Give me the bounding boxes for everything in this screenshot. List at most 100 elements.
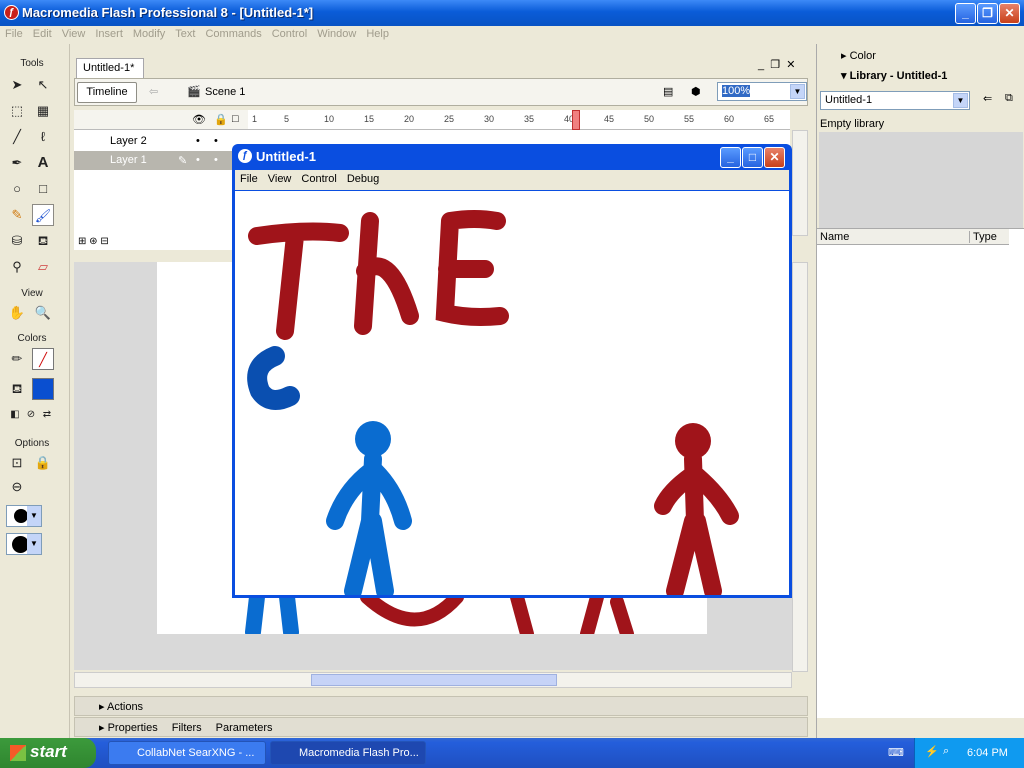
player-menu-file[interactable]: File (235, 170, 263, 185)
player-drawing (247, 210, 739, 595)
player-title: Untitled-1 (256, 149, 316, 164)
rectangle-tool-icon[interactable]: □ (32, 178, 54, 200)
fill-color-bucket-icon: ⛾ (11, 381, 23, 396)
lock-fill-icon[interactable]: ⊡ (6, 452, 28, 474)
selection-tool-icon[interactable]: ➤ (6, 74, 28, 96)
menu-control[interactable]: Control (267, 26, 312, 42)
paint-bucket-tool-icon[interactable]: ⛾ (32, 230, 54, 252)
outline-icon[interactable]: □ (232, 113, 239, 125)
keyboard-icon[interactable]: ⌨ (888, 746, 904, 759)
hand-tool-icon[interactable]: ✋ (6, 302, 28, 324)
document-tab[interactable]: Untitled-1* (76, 58, 144, 78)
menu-help[interactable]: Help (361, 26, 394, 42)
stage-vscroll[interactable] (792, 262, 808, 672)
fill-color-swatch[interactable] (32, 378, 54, 400)
playhead[interactable] (572, 110, 580, 130)
menu-edit[interactable]: Edit (28, 26, 57, 42)
layers-list: Layer 2 • • Layer 1 ✎ • • ⊞ ⊛ ⊟ (74, 130, 248, 250)
pin-library-icon[interactable]: ⇐ (983, 92, 992, 105)
properties-panel-header[interactable]: ▸ Properties Filters Parameters (74, 717, 808, 737)
player-canvas[interactable] (235, 191, 789, 595)
library-list[interactable]: Name Type (817, 228, 1024, 718)
eraser-tool-icon[interactable]: ▱ (32, 256, 54, 278)
col-type[interactable]: Type (969, 231, 997, 243)
network-icon[interactable]: ⚡ (925, 745, 939, 758)
tab-filters[interactable]: Filters (172, 722, 202, 734)
lock-icon[interactable]: 🔒 (214, 113, 228, 126)
library-select[interactable]: Untitled-1 ▼ (820, 91, 970, 110)
window-title: Macromedia Flash Professional 8 - [Untit… (22, 5, 314, 20)
brush-mode-icon[interactable]: 🔒 (32, 452, 54, 474)
colors-label: Colors (17, 333, 47, 344)
menu-commands[interactable]: Commands (200, 26, 266, 42)
edit-symbols-icon[interactable]: ⬢ (691, 85, 701, 98)
clock[interactable]: 6:04 PM (967, 747, 1008, 759)
menu-text[interactable]: Text (170, 26, 200, 42)
layer-header: 👁 🔒 □ (74, 110, 248, 130)
edit-scene-icon[interactable]: ▤ (663, 85, 673, 98)
tab-properties[interactable]: Properties (108, 722, 158, 734)
menu-window[interactable]: Window (312, 26, 361, 42)
eyedropper-tool-icon[interactable]: ⚲ (6, 256, 28, 278)
player-menu-control[interactable]: Control (296, 170, 341, 185)
player-window: ƒ Untitled-1 _ □ ✕ File View Control Debug (232, 144, 792, 598)
tab-parameters[interactable]: Parameters (216, 722, 273, 734)
taskbar-item-flash[interactable]: Macromedia Flash Pro... (270, 741, 426, 765)
subselection-tool-icon[interactable]: ↖ (32, 74, 54, 96)
timeline-ruler[interactable]: 1 5 10 15 20 25 30 35 40 45 50 55 60 65 (248, 110, 790, 130)
stroke-color-pencil-icon: ✏ (11, 351, 23, 366)
timeline-toggle-button[interactable]: Timeline (77, 82, 137, 103)
library-panel-header[interactable]: ▾ Library - Untitled-1 (817, 67, 1024, 85)
player-menu-debug[interactable]: Debug (342, 170, 384, 185)
minimize-button[interactable]: _ (955, 3, 976, 24)
restore-button[interactable]: ❐ (977, 3, 998, 24)
close-button[interactable]: ✕ (999, 3, 1020, 24)
lasso-tool-icon[interactable]: ℓ (32, 126, 54, 148)
search-icon[interactable]: ⌕ (943, 745, 949, 758)
player-close-button[interactable]: ✕ (764, 147, 785, 168)
system-tray: ⚡ ⌕ 6:04 PM (914, 738, 1024, 768)
stroke-color-swatch[interactable]: ╱ (32, 348, 54, 370)
col-name[interactable]: Name (820, 231, 849, 243)
brush-size-select[interactable]: ▼ (6, 505, 42, 527)
player-minimize-button[interactable]: _ (720, 147, 741, 168)
brush-tool-icon[interactable]: 🖌 (32, 204, 54, 226)
actions-panel-header[interactable]: ▸ Actions (74, 696, 808, 716)
line-tool-icon[interactable]: ╱ (6, 126, 28, 148)
windows-logo-icon (10, 745, 26, 761)
oval-tool-icon[interactable]: ○ (6, 178, 28, 200)
zoom-select[interactable]: 100% ▼ (717, 82, 807, 101)
window-titlebar: ƒ Macromedia Flash Professional 8 - [Unt… (0, 0, 1024, 26)
free-transform-tool-icon[interactable]: ⬚ (6, 100, 28, 122)
timeline-vscroll[interactable] (792, 130, 808, 236)
zoom-tool-icon[interactable]: 🔍 (32, 302, 54, 324)
pen-tool-icon[interactable]: ✒ (6, 152, 28, 174)
layer-row-2[interactable]: Layer 2 • • (74, 132, 248, 151)
menu-view[interactable]: View (57, 26, 91, 42)
new-library-icon[interactable]: ⧉ (1005, 92, 1013, 105)
fill-transform-tool-icon[interactable]: ▦ (32, 100, 54, 122)
right-panel: ▸ Color ▾ Library - Untitled-1 Untitled-… (816, 44, 1024, 738)
brush-mode-paint-icon[interactable]: ⊖ (6, 476, 28, 498)
add-layer-buttons[interactable]: ⊞ ⊛ ⊟ (78, 236, 109, 247)
brush-shape-select[interactable]: ▼ (6, 533, 42, 555)
text-tool-icon[interactable]: A (32, 152, 54, 174)
swap-colors-icon[interactable]: ⇄ (36, 404, 58, 426)
doc-window-controls[interactable]: _ ❐ ✕ (758, 58, 808, 74)
color-panel-header[interactable]: ▸ Color (817, 47, 1024, 65)
menu-modify[interactable]: Modify (128, 26, 170, 42)
eye-icon[interactable]: 👁 (192, 113, 206, 126)
player-menu-view[interactable]: View (263, 170, 297, 185)
ink-bottle-tool-icon[interactable]: ⛁ (6, 230, 28, 252)
taskbar-item-browser[interactable]: CollabNet SearXNG - ... (108, 741, 266, 765)
layer-row-1[interactable]: Layer 1 ✎ • • (74, 151, 248, 170)
menu-insert[interactable]: Insert (90, 26, 128, 42)
back-arrow-icon[interactable]: ⇦ (149, 85, 158, 98)
stage-hscroll[interactable] (74, 672, 792, 688)
menu-file[interactable]: File (0, 26, 28, 42)
pencil-tool-icon[interactable]: ✎ (6, 204, 28, 226)
menu-bar: File Edit View Insert Modify Text Commands Cont… (0, 26, 816, 44)
tools-label: Tools (20, 58, 44, 69)
player-maximize-button[interactable]: □ (742, 147, 763, 168)
flash-player-icon: ƒ (238, 149, 252, 163)
